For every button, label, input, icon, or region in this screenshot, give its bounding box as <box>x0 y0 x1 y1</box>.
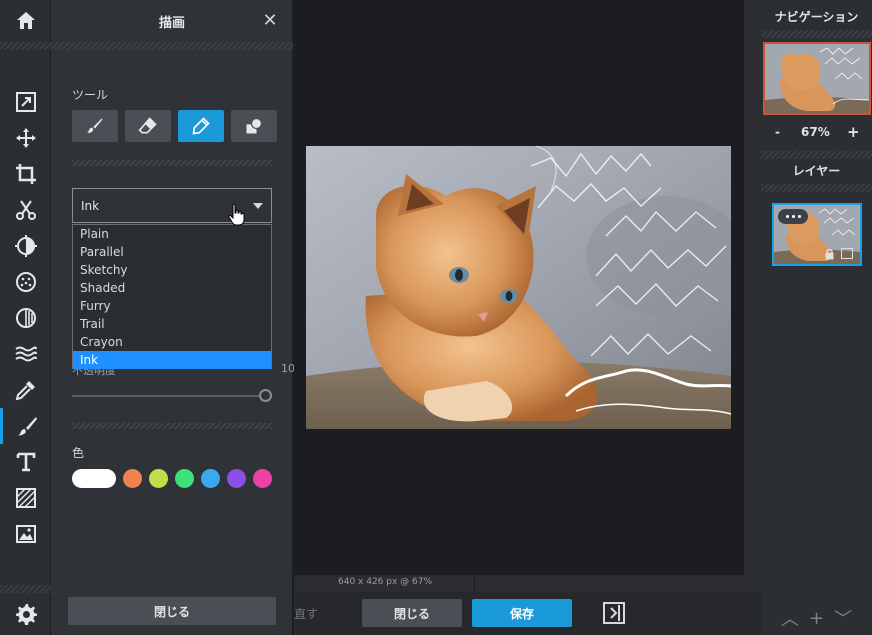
add-layer-icon[interactable]: + <box>809 608 824 629</box>
move-icon[interactable] <box>0 120 51 156</box>
zoom-out-button[interactable]: - <box>775 125 780 139</box>
effect-icon[interactable] <box>0 264 51 300</box>
close-icon[interactable]: ✕ <box>260 10 280 31</box>
left-toolbar <box>0 0 51 635</box>
canvas-image[interactable] <box>306 145 746 429</box>
layer-visibility-icon[interactable] <box>841 248 853 259</box>
crop-icon[interactable] <box>0 156 51 192</box>
layer-thumbnail[interactable] <box>772 203 862 266</box>
home-icon[interactable] <box>0 3 51 39</box>
dropdown-option-selected[interactable]: Ink <box>73 351 271 369</box>
bottom-action-bar: 直す 閉じる 保存 <box>294 592 761 635</box>
navigation-title: ナビゲーション <box>774 10 859 24</box>
color-swatch-white[interactable] <box>72 469 116 488</box>
color-swatches <box>72 469 272 488</box>
liquify-icon[interactable] <box>0 336 51 372</box>
dropdown-option[interactable]: Shaded <box>73 279 271 297</box>
draw-panel: 描画 ✕ ツール Ink 不透明度 100% Plain Parallel Sk… <box>51 0 312 635</box>
cut-icon[interactable] <box>0 192 51 228</box>
status-bar: 640 x 426 px @ 67% <box>294 575 761 592</box>
zoom-controls: - 67% + <box>761 123 872 145</box>
right-separator <box>761 30 872 38</box>
color-swatch-blue[interactable] <box>201 469 220 488</box>
image-size-status: 640 x 426 px @ 67% <box>338 577 433 587</box>
color-label: 色 <box>72 446 85 460</box>
move-layer-up-icon[interactable]: ︿ <box>781 605 799 631</box>
brush-type-dropdown: Plain Parallel Sketchy Shaded Furry Trai… <box>72 224 272 369</box>
toolbar-separator <box>0 585 51 593</box>
status-divider <box>474 575 475 592</box>
save-button[interactable]: 保存 <box>472 599 572 627</box>
dropdown-option[interactable]: Parallel <box>73 243 271 261</box>
toolbar-separator <box>0 42 51 50</box>
toggle-panel-icon[interactable] <box>603 602 625 624</box>
layers-title: レイヤー <box>792 164 841 178</box>
tools-label: ツール <box>72 88 109 102</box>
retouch-icon[interactable] <box>0 372 51 408</box>
shape-icon <box>246 117 263 134</box>
lock-icon[interactable] <box>824 248 835 260</box>
close-button[interactable]: 閉じる <box>362 599 462 627</box>
layer-actions: ︿ + ﹀ <box>761 605 872 631</box>
adjust-icon[interactable] <box>0 228 51 264</box>
color-swatch-lime[interactable] <box>149 469 168 488</box>
image-icon[interactable] <box>0 516 51 552</box>
color-swatch-purple[interactable] <box>227 469 246 488</box>
dropdown-option[interactable]: Plain <box>73 225 271 243</box>
hand-cursor-icon <box>228 203 245 226</box>
eraser-tool-button[interactable] <box>125 110 171 142</box>
eraser-icon <box>138 117 157 134</box>
stickers-icon[interactable] <box>0 480 51 516</box>
right-separator <box>761 184 872 192</box>
dropdown-option[interactable]: Sketchy <box>73 261 271 279</box>
panel-divider <box>72 423 272 429</box>
dropdown-option[interactable]: Trail <box>73 315 271 333</box>
opacity-slider-handle[interactable] <box>259 389 272 402</box>
opacity-slider-track[interactable] <box>72 395 259 397</box>
pen-icon <box>192 117 210 135</box>
move-layer-down-icon[interactable]: ﹀ <box>834 605 852 631</box>
canvas-scrollbar[interactable] <box>744 0 761 575</box>
draw-icon[interactable] <box>0 408 51 444</box>
settings-icon[interactable] <box>0 596 51 632</box>
kitten-photo <box>306 145 746 429</box>
dropdown-option[interactable]: Crayon <box>73 333 271 351</box>
color-swatch-orange[interactable] <box>123 469 142 488</box>
navigation-preview-image <box>765 44 869 113</box>
panel-title: 描画 <box>158 15 185 31</box>
filter-icon[interactable] <box>0 300 51 336</box>
zoom-in-button[interactable]: + <box>847 123 860 141</box>
dropdown-option[interactable]: Furry <box>73 297 271 315</box>
right-panel: ナビゲーション - 67% + レイヤー ︿ + ﹀ <box>761 0 872 635</box>
pen-tool-button[interactable] <box>178 110 224 142</box>
panel-divider <box>72 160 272 166</box>
zoom-level: 67% <box>801 125 830 139</box>
chevron-down-icon <box>253 203 263 209</box>
arrange-icon[interactable] <box>0 84 51 120</box>
text-icon[interactable] <box>0 444 51 480</box>
brush-type-value: Ink <box>81 198 100 213</box>
panel-separator <box>51 42 293 50</box>
color-swatch-pink[interactable] <box>253 469 272 488</box>
panel-close-button[interactable]: 閉じる <box>68 597 276 625</box>
brush-tool-button[interactable] <box>72 110 118 142</box>
fill-tool-button[interactable] <box>231 110 277 142</box>
layer-options-icon[interactable] <box>778 209 808 224</box>
right-separator <box>761 151 872 159</box>
brush-icon <box>86 118 103 133</box>
navigation-thumbnail[interactable] <box>763 42 871 115</box>
color-swatch-green[interactable] <box>175 469 194 488</box>
tools-row <box>72 110 277 142</box>
undo-button[interactable]: 直す <box>294 605 318 622</box>
